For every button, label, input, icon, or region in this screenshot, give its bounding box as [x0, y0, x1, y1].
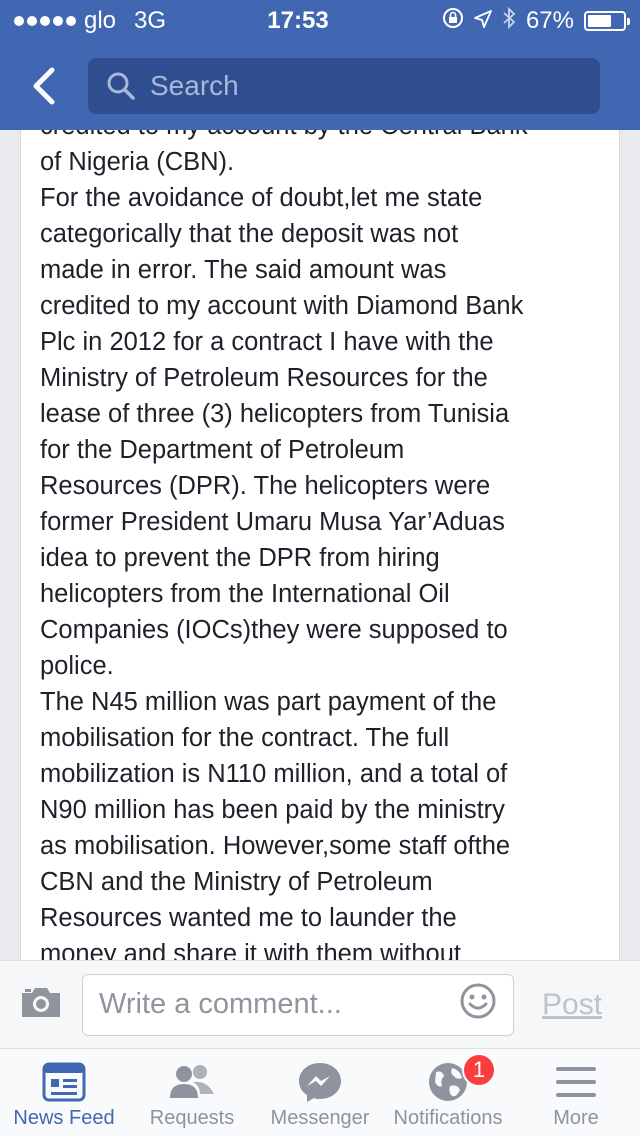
comment-bar: Write a comment... Post — [0, 960, 640, 1048]
post-text-line: credited to my account with Diamond Bank — [40, 292, 524, 320]
post-text-line: made in error. The said amount was — [40, 256, 447, 284]
battery-percent: 67% — [525, 7, 574, 34]
status-bar: glo 3G 17:53 67% — [0, 0, 640, 42]
post-text-line: for the Department of Petroleum — [40, 436, 405, 464]
post-text-line: money and share it with them without — [40, 940, 461, 960]
search-icon — [107, 72, 135, 100]
post-text-line: Companies (IOCs)they were supposed to — [40, 616, 508, 644]
post-text-line: mobilisation for the contract. The full — [40, 724, 450, 752]
tab-label: Notifications — [393, 1107, 503, 1129]
post-text-line: credited to my account by the Central Ba… — [40, 130, 610, 144]
post-text-line: Resources wanted me to launder the — [40, 904, 457, 932]
news-feed-icon — [42, 1062, 86, 1102]
tab-bar: News Feed Requests Messenger 1 Notificat… — [0, 1048, 640, 1136]
messenger-icon — [299, 1063, 341, 1102]
post-body: credited to my account by the Central Ba… — [40, 130, 610, 960]
comment-input[interactable]: Write a comment... — [82, 973, 514, 1036]
back-button[interactable] — [0, 42, 88, 130]
navigation-bar: Search — [0, 42, 640, 130]
post-text-line: helicopters from the International Oil — [40, 580, 450, 608]
post-text-line: police. — [40, 652, 114, 680]
post-text-line: categorically that the deposit was not — [40, 220, 459, 248]
search-input[interactable]: Search — [88, 58, 600, 114]
post-text-line: former President Umaru Musa Yar’Aduas — [40, 508, 505, 536]
post-text-line: For the avoidance of doubt,let me state — [40, 184, 483, 212]
battery-icon — [584, 11, 630, 31]
tab-notifications[interactable]: 1 Notifications — [384, 1049, 512, 1136]
comment-placeholder: Write a comment... — [99, 988, 342, 1020]
rotation-lock-icon — [442, 7, 464, 36]
tab-label: Messenger — [270, 1107, 370, 1129]
camera-icon — [22, 988, 60, 1017]
tab-label: More — [553, 1107, 599, 1129]
post-text-line: CBN and the Ministry of Petroleum — [40, 868, 433, 896]
clock: 17:53 — [267, 7, 329, 34]
chevron-left-icon — [33, 67, 55, 105]
post-text-line: The N45 million was part payment of the — [40, 688, 497, 716]
bluetooth-icon — [502, 6, 516, 36]
tab-label: News Feed — [13, 1107, 115, 1129]
friend-requests-icon — [170, 1065, 214, 1098]
post-scroll-area[interactable]: credited to my account by the Central Ba… — [0, 130, 640, 960]
location-arrow-icon — [474, 7, 492, 35]
post-text-line: Ministry of Petroleum Resources for the — [40, 364, 488, 392]
post-text-line: of Nigeria (CBN). — [40, 148, 235, 176]
post-text-line: N90 million has been paid by the ministr… — [40, 796, 505, 824]
post-text-line: idea to prevent the DPR from hiring — [40, 544, 440, 572]
post-text-line: as mobilisation. However,some staff ofth… — [40, 832, 511, 860]
notification-badge: 1 — [462, 1053, 496, 1087]
tab-news-feed[interactable]: News Feed — [0, 1049, 128, 1136]
carrier-name: glo — [84, 7, 117, 34]
tab-messenger[interactable]: Messenger — [256, 1049, 384, 1136]
camera-button[interactable] — [20, 985, 62, 1024]
emoji-button[interactable] — [459, 982, 497, 1028]
menu-icon — [556, 1067, 596, 1097]
signal-strength-icon — [14, 16, 76, 26]
tab-requests[interactable]: Requests — [128, 1049, 256, 1136]
network-type: 3G — [134, 7, 167, 34]
post-text-line: mobilization is N110 million, and a tota… — [40, 760, 508, 788]
post-text-line: Plc in 2012 for a contract I have with t… — [40, 328, 494, 356]
smiley-icon — [460, 983, 496, 1018]
tab-label: Requests — [149, 1107, 235, 1129]
post-text-line: lease of three (3) helicopters from Tuni… — [40, 400, 510, 428]
post-comment-button[interactable]: Post — [542, 988, 602, 1022]
search-placeholder: Search — [150, 70, 239, 101]
post-text-line: Resources (DPR). The helicopters were — [40, 472, 491, 500]
tab-more[interactable]: More — [512, 1049, 640, 1136]
